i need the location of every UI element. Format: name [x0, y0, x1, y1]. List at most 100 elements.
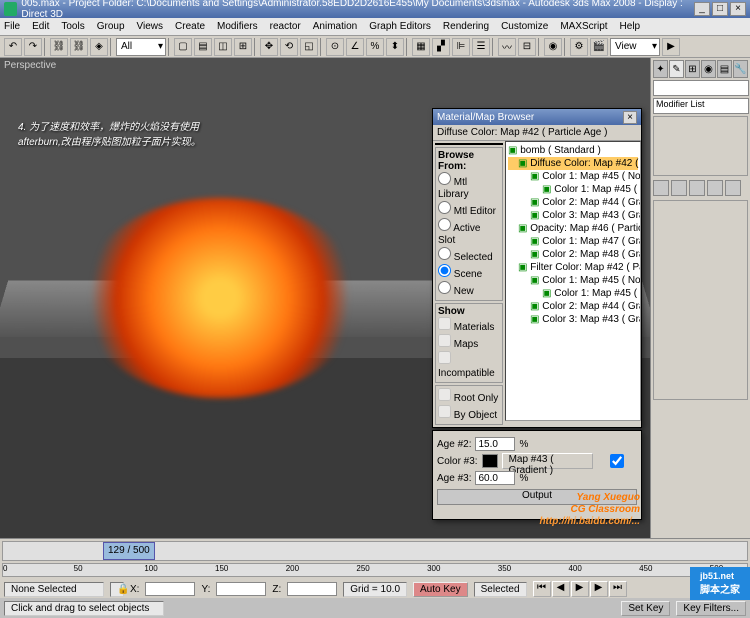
setkey-button[interactable]: Set Key — [621, 601, 670, 616]
keyfilters-button[interactable]: Key Filters... — [676, 601, 746, 616]
tree-node[interactable]: ▣ Color 3: Map #43 ( Gradient ) — [508, 313, 638, 326]
browsefrom-scene[interactable]: Scene — [438, 264, 500, 281]
select-icon[interactable]: ▢ — [174, 38, 192, 56]
tree-node[interactable]: ▣ Color 3: Map #43 ( Gradient ) — [508, 209, 638, 222]
pin-stack-icon[interactable] — [653, 180, 669, 196]
tree-node[interactable]: ▣ Color 2: Map #44 ( Gradient ) — [508, 300, 638, 313]
menu-rendering[interactable]: Rendering — [443, 21, 489, 32]
show-maps[interactable]: Maps — [438, 334, 500, 351]
tree-node[interactable]: ▣ Color 1: Map #45 ( Noise ) — [508, 274, 638, 287]
render-setup-icon[interactable]: ⚙ — [570, 38, 588, 56]
z-input[interactable] — [287, 582, 337, 596]
render-preset-combo[interactable]: View — [610, 38, 660, 56]
menu-reactor[interactable]: reactor — [270, 21, 301, 32]
lock-icon[interactable]: 🔒 — [110, 582, 124, 597]
configure-icon[interactable] — [725, 180, 741, 196]
browsefrom-selected[interactable]: Selected — [438, 247, 500, 264]
menu-maxscript[interactable]: MAXScript — [560, 21, 607, 32]
layers-icon[interactable]: ☰ — [472, 38, 490, 56]
close-button[interactable]: × — [730, 2, 746, 16]
modify-tab-icon[interactable]: ✎ — [669, 60, 684, 78]
menu-animation[interactable]: Animation — [313, 21, 357, 32]
create-tab-icon[interactable]: ✦ — [653, 60, 668, 78]
redo-icon[interactable]: ↷ — [24, 38, 42, 56]
menu-edit[interactable]: Edit — [32, 21, 49, 32]
remove-mod-icon[interactable] — [707, 180, 723, 196]
color3-swatch[interactable] — [482, 454, 498, 468]
menu-customize[interactable]: Customize — [501, 21, 548, 32]
modifier-list-combo[interactable]: Modifier List — [653, 98, 749, 114]
age3-input[interactable] — [475, 471, 515, 485]
tree-node[interactable]: ▣ Color 2: Map #44 ( Gradient ) — [508, 196, 638, 209]
menu-file[interactable]: File — [4, 21, 20, 32]
filter-root-only[interactable]: Root Only — [438, 388, 500, 405]
mirror-icon[interactable]: ▞ — [432, 38, 450, 56]
tree-node[interactable]: ▣ Opacity: Map #46 ( Particle Age ) — [508, 222, 638, 235]
modifier-stack[interactable] — [653, 116, 748, 176]
select-name-icon[interactable]: ▤ — [194, 38, 212, 56]
render-icon[interactable]: 🎬 — [590, 38, 608, 56]
browser-close-icon[interactable]: × — [623, 111, 637, 124]
tree-node[interactable]: ▣ Color 1: Map #45 ( Gradient ) — [508, 183, 638, 196]
age2-input[interactable] — [475, 437, 515, 451]
goto-start-icon[interactable]: ⏮ — [533, 581, 551, 597]
utilities-tab-icon[interactable]: 🔧 — [733, 60, 748, 78]
autokey-button[interactable]: Auto Key — [413, 582, 468, 597]
perspective-viewport[interactable]: Perspective 4. 为了速度和效率，爆炸的火焰没有使用 afterbu… — [0, 58, 650, 538]
angle-snap-icon[interactable]: ∠ — [346, 38, 364, 56]
filter-by-object[interactable]: By Object — [438, 405, 500, 422]
percent-snap-icon[interactable]: % — [366, 38, 384, 56]
next-frame-icon[interactable]: ▶ — [590, 581, 608, 597]
material-preview-sphere[interactable] — [435, 143, 503, 145]
link-icon[interactable]: ⛓ — [50, 38, 68, 56]
snap-icon[interactable]: ⊙ — [326, 38, 344, 56]
named-sel-icon[interactable]: ▦ — [412, 38, 430, 56]
schematic-icon[interactable]: ⊟ — [518, 38, 536, 56]
spinner-snap-icon[interactable]: ⬍ — [386, 38, 404, 56]
time-marker[interactable]: 129 / 500 — [103, 542, 155, 560]
minimize-button[interactable]: _ — [694, 2, 710, 16]
menu-graph editors[interactable]: Graph Editors — [369, 21, 431, 32]
time-slider[interactable]: 129 / 500 — [2, 541, 748, 561]
show-materials[interactable]: Materials — [438, 317, 500, 334]
browser-titlebar[interactable]: Material/Map Browser × — [433, 109, 641, 125]
material-tree[interactable]: ▣ bomb ( Standard )▣ Diffuse Color: Map … — [505, 141, 641, 421]
menu-help[interactable]: Help — [620, 21, 641, 32]
select-region-icon[interactable]: ◫ — [214, 38, 232, 56]
prev-frame-icon[interactable]: ◀ — [552, 581, 570, 597]
bind-icon[interactable]: ◈ — [90, 38, 108, 56]
y-input[interactable] — [216, 582, 266, 596]
curve-editor-icon[interactable]: 〰 — [498, 38, 516, 56]
tree-node[interactable]: ▣ Color 1: Map #47 ( Gradient ) — [508, 235, 638, 248]
hierarchy-tab-icon[interactable]: ⊞ — [685, 60, 700, 78]
menu-group[interactable]: Group — [97, 21, 125, 32]
move-icon[interactable]: ✥ — [260, 38, 278, 56]
show-result-icon[interactable] — [671, 180, 687, 196]
menu-tools[interactable]: Tools — [61, 21, 84, 32]
menu-views[interactable]: Views — [137, 21, 164, 32]
browsefrom-mtl-editor[interactable]: Mtl Editor — [438, 201, 500, 218]
color3-map-button[interactable]: Map #43 ( Gradient ) — [502, 453, 593, 469]
rotate-icon[interactable]: ⟲ — [280, 38, 298, 56]
undo-icon[interactable]: ↶ — [4, 38, 22, 56]
color3-enable-checkbox[interactable] — [597, 454, 637, 468]
menu-create[interactable]: Create — [175, 21, 205, 32]
material-editor-icon[interactable]: ◉ — [544, 38, 562, 56]
browsefrom-new[interactable]: New — [438, 281, 500, 298]
show-incompatible[interactable]: Incompatible — [438, 351, 500, 380]
keymode-combo[interactable]: Selected — [474, 582, 527, 597]
make-unique-icon[interactable] — [689, 180, 705, 196]
browsefrom-mtl-library[interactable]: Mtl Library — [438, 172, 500, 201]
tree-node[interactable]: ▣ Color 1: Map #45 ( Gradient ) — [508, 287, 638, 300]
tree-node[interactable]: ▣ Diffuse Color: Map #42 ( Particle... — [508, 157, 638, 170]
display-tab-icon[interactable]: ▤ — [717, 60, 732, 78]
window-crossing-icon[interactable]: ⊞ — [234, 38, 252, 56]
selection-filter-combo[interactable]: All — [116, 38, 166, 56]
tree-node[interactable]: ▣ bomb ( Standard ) — [508, 144, 638, 157]
align-icon[interactable]: ⊫ — [452, 38, 470, 56]
maximize-button[interactable]: □ — [712, 2, 728, 16]
scale-icon[interactable]: ◱ — [300, 38, 318, 56]
tree-node[interactable]: ▣ Color 1: Map #45 ( Noise ) — [508, 170, 638, 183]
track-bar[interactable]: 050100150200250300350400450500 — [2, 563, 748, 577]
unlink-icon[interactable]: ⛓ — [70, 38, 88, 56]
